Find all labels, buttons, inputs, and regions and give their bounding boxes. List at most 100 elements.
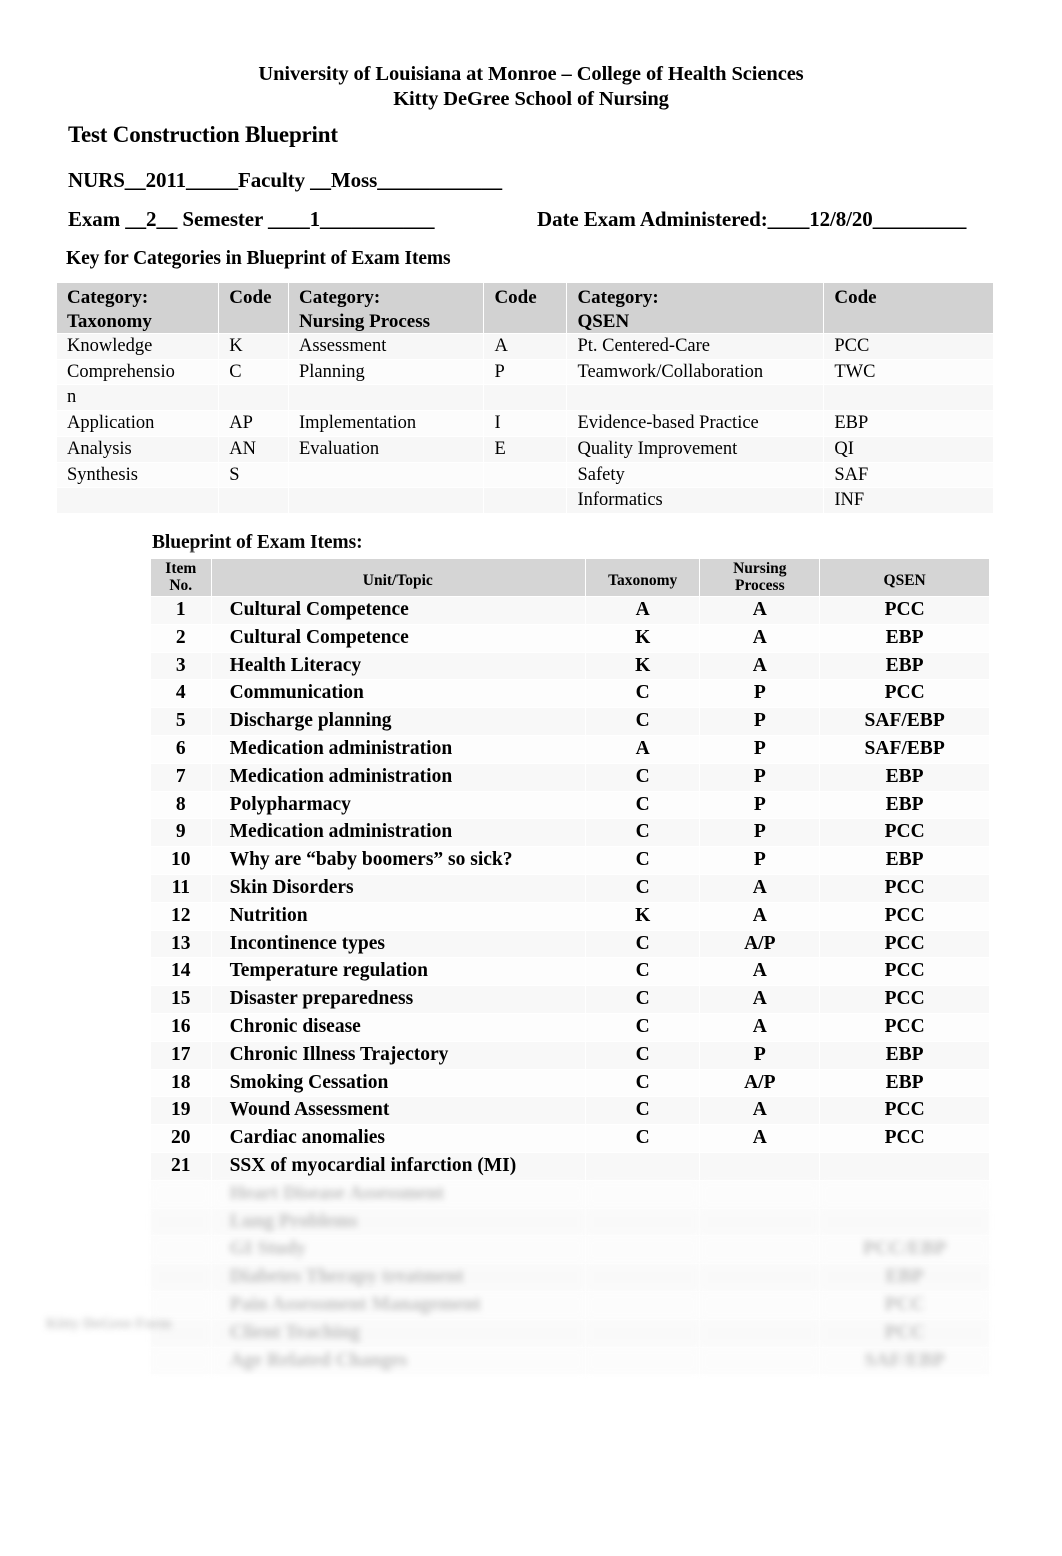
cell-qsen: PCC bbox=[819, 1012, 990, 1042]
table-row: 18 Smoking Cessation C A/P EBP bbox=[150, 1068, 990, 1098]
cell-taxonomy bbox=[585, 1346, 701, 1376]
cell-qsen: EBP bbox=[819, 762, 990, 792]
cell-taxonomy: A bbox=[585, 596, 701, 625]
cell-qsen: PCC bbox=[819, 818, 990, 848]
cell-taxonomy: C bbox=[585, 873, 701, 903]
cell-taxonomy: C bbox=[585, 846, 701, 875]
key-cell-code-2 bbox=[483, 384, 568, 412]
cell-item-no: 8 bbox=[150, 790, 212, 820]
cell-unit-topic: Wound Assessment bbox=[210, 1096, 587, 1126]
header-category-taxonomy: Category: Taxonomy bbox=[55, 282, 220, 334]
key-cell-code-1: S bbox=[218, 461, 289, 489]
key-cell-process: Planning bbox=[287, 358, 485, 386]
cell-nursing-process: A bbox=[699, 901, 821, 931]
cell-taxonomy: C bbox=[585, 985, 701, 1014]
cell-item-no: 20 bbox=[150, 1124, 212, 1153]
cell-nursing-process: A bbox=[699, 957, 821, 987]
cell-unit-topic: Nutrition bbox=[210, 901, 587, 931]
cell-unit-topic: Medication administration bbox=[210, 734, 587, 764]
key-cell-taxonomy: Comprehensio bbox=[55, 358, 220, 386]
cell-qsen: EBP bbox=[819, 651, 990, 681]
table-row: 6 Medication administration A P SAF/EBP bbox=[150, 734, 990, 764]
table-row-redacted: Age Related Changes SAF/EBP bbox=[150, 1346, 990, 1376]
header-item-no-l2: No. bbox=[169, 577, 193, 594]
cell-taxonomy: C bbox=[585, 929, 701, 959]
cell-nursing-process: A bbox=[699, 873, 821, 903]
category-key-header: Category: Taxonomy Code Category: Nursin… bbox=[55, 282, 994, 334]
table-row: 7 Medication administration C P EBP bbox=[150, 762, 990, 792]
cell-item-no: 3 bbox=[150, 651, 212, 681]
key-cell-process bbox=[287, 461, 485, 489]
cell-nursing-process: P bbox=[699, 679, 821, 709]
table-header-row: Item No. Unit/Topic Taxonomy Nursing Pro… bbox=[150, 558, 990, 597]
cell-nursing-process: A bbox=[699, 1096, 821, 1126]
cell-qsen: EBP bbox=[819, 1263, 990, 1292]
cell-nursing-process: P bbox=[699, 734, 821, 764]
institution-header: University of Louisiana at Monroe – Coll… bbox=[0, 62, 1062, 112]
key-cell-code-3: INF bbox=[823, 487, 994, 514]
cell-nursing-process: A bbox=[699, 1012, 821, 1042]
header-taxonomy: Taxonomy bbox=[585, 558, 701, 597]
date-administered-field: Date Exam Administered:____12/8/20______… bbox=[537, 207, 967, 231]
cell-nursing-process: P bbox=[699, 818, 821, 848]
table-row: 13 Incontinence types C A/P PCC bbox=[150, 929, 990, 959]
cell-taxonomy bbox=[585, 1207, 701, 1237]
cell-nursing-process: P bbox=[699, 762, 821, 792]
key-cell-code-3: SAF bbox=[823, 461, 994, 489]
cell-taxonomy: C bbox=[585, 818, 701, 848]
cell-taxonomy bbox=[585, 1235, 701, 1265]
cell-taxonomy bbox=[585, 1290, 701, 1320]
cell-unit-topic: Medication administration bbox=[210, 762, 587, 792]
cell-qsen: PCC bbox=[819, 1318, 990, 1348]
key-cell-taxonomy: n bbox=[55, 384, 220, 412]
table-row: Knowledge K Assessment A Pt. Centered-Care PC… bbox=[55, 333, 994, 360]
cell-qsen: EBP bbox=[819, 846, 990, 875]
cell-nursing-process bbox=[699, 1318, 821, 1348]
table-row-redacted: GI Study PCC/EBP bbox=[150, 1235, 990, 1265]
cell-nursing-process: P bbox=[699, 846, 821, 875]
cell-qsen: SAF/EBP bbox=[819, 707, 990, 736]
table-row: 21 SSX of myocardial infarction (MI) bbox=[150, 1151, 990, 1181]
table-row: 19 Wound Assessment C A PCC bbox=[150, 1096, 990, 1126]
cell-taxonomy: C bbox=[585, 1096, 701, 1126]
exam-semester-field: Exam __2__ Semester ____1___________ bbox=[68, 207, 435, 231]
table-row: 15 Disaster preparedness C A PCC bbox=[150, 985, 990, 1014]
cell-unit-topic: Cultural Competence bbox=[210, 623, 587, 653]
cell-unit-topic: Client Teaching bbox=[210, 1318, 587, 1348]
header-item-no: Item No. bbox=[150, 558, 212, 597]
header-category-qsen-l1: Category: bbox=[577, 287, 659, 308]
key-cell-code-1: K bbox=[218, 333, 289, 360]
cell-item-no: 13 bbox=[150, 929, 212, 959]
key-cell-code-3: TWC bbox=[823, 358, 994, 386]
header-category-qsen-l2: QSEN bbox=[577, 310, 630, 332]
header-category-taxonomy-l1: Category: bbox=[67, 287, 149, 308]
cell-taxonomy: C bbox=[585, 1040, 701, 1070]
cell-item-no: 12 bbox=[150, 901, 212, 931]
table-row: 12 Nutrition K A PCC bbox=[150, 901, 990, 931]
cell-item-no: 1 bbox=[150, 596, 212, 625]
blueprint-section-heading: Blueprint of Exam Items: bbox=[152, 532, 363, 553]
cell-unit-topic: Incontinence types bbox=[210, 929, 587, 959]
cell-nursing-process: A bbox=[699, 596, 821, 625]
key-cell-process: Evaluation bbox=[287, 435, 485, 463]
cell-nursing-process: A/P bbox=[699, 929, 821, 959]
key-cell-code-2: A bbox=[483, 333, 568, 360]
cell-unit-topic: Polypharmacy bbox=[210, 790, 587, 820]
key-cell-code-1 bbox=[218, 384, 289, 412]
cell-item-no: 11 bbox=[150, 873, 212, 903]
key-section-heading: Key for Categories in Blueprint of Exam … bbox=[66, 248, 451, 269]
cell-qsen bbox=[819, 1207, 990, 1237]
cell-unit-topic: Temperature regulation bbox=[210, 957, 587, 987]
cell-qsen: EBP bbox=[819, 790, 990, 820]
table-header-row: Category: Taxonomy Code Category: Nursin… bbox=[55, 282, 994, 334]
key-cell-code-2: P bbox=[483, 358, 568, 386]
key-cell-code-2 bbox=[483, 487, 568, 514]
header-category-process: Category: Nursing Process bbox=[287, 282, 485, 334]
header-nursing-process-l2: Process bbox=[734, 577, 785, 594]
cell-item-no: 9 bbox=[150, 818, 212, 848]
header-item-no-l1: Item bbox=[165, 560, 197, 577]
cell-qsen bbox=[819, 1151, 990, 1181]
cell-qsen: PCC bbox=[819, 985, 990, 1014]
cell-nursing-process: P bbox=[699, 707, 821, 736]
table-row: 17 Chronic Illness Trajectory C P EBP bbox=[150, 1040, 990, 1070]
